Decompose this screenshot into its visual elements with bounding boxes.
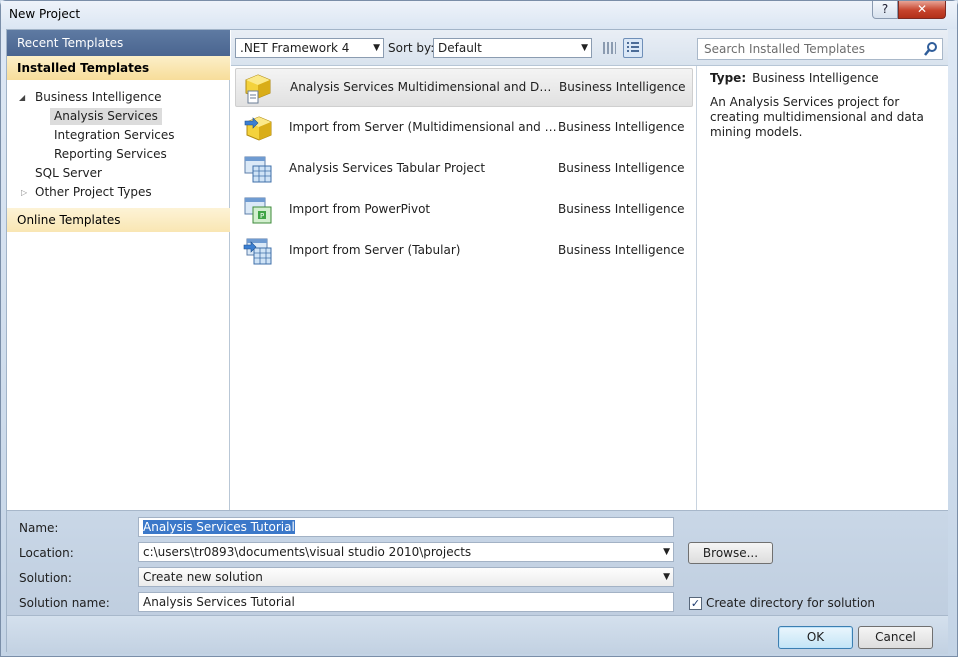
search-placeholder: Search Installed Templates [704,42,865,56]
dialog-client-area: Recent Templates Installed Templates ◢ B… [6,29,948,654]
solution-name-value: Analysis Services Tutorial [143,595,295,609]
framework-value: .NET Framework 4 [240,41,350,55]
medium-icons-view-button[interactable] [599,38,619,58]
cube-project-icon [245,74,271,104]
expanded-arrow-icon[interactable]: ◢ [19,93,25,102]
template-row-multidimensional[interactable]: Analysis Services Multidimensional and D… [235,68,693,107]
cube-import-icon [244,116,272,141]
type-label: Type: [710,71,747,85]
template-row-import-multidimensional[interactable]: Import from Server (Multidimensional and… [235,109,693,148]
tree-item-business-intelligence[interactable]: Business Intelligence [35,90,162,104]
template-category: Business Intelligence [558,202,685,216]
tabular-project-icon [244,156,272,183]
browse-button[interactable]: Browse... [688,542,773,564]
template-type: Type: Business Intelligence [710,71,936,85]
grid-view-icon [603,42,616,54]
project-settings-form: Name: Analysis Services Tutorial Locatio… [7,510,948,654]
chevron-down-icon: ▼ [581,43,588,53]
template-name: Analysis Services Tabular Project [289,161,486,175]
list-view-icon [627,42,639,52]
template-categories-pane: Recent Templates Installed Templates ◢ B… [7,30,230,510]
chevron-down-icon: ▼ [663,572,670,582]
template-category: Business Intelligence [559,80,686,94]
recent-templates-header[interactable]: Recent Templates [7,30,230,56]
location-value: c:\users\tr0893\documents\visual studio … [143,545,472,559]
template-list: Analysis Services Multidimensional and D… [231,66,697,510]
tree-item-reporting-services[interactable]: Reporting Services [54,147,167,161]
template-row-tabular[interactable]: Analysis Services Tabular Project Busine… [235,150,693,189]
framework-dropdown[interactable]: .NET Framework 4 ▼ [235,38,384,58]
tabular-import-icon [243,238,272,265]
project-name-value: Analysis Services Tutorial [143,520,295,534]
tree-item-other-project-types[interactable]: Other Project Types [35,185,152,199]
template-name: Import from Server (Tabular) [289,243,461,257]
solution-value: Create new solution [143,570,263,584]
template-category: Business Intelligence [558,120,685,134]
template-name: Analysis Services Multidimensional and D… [290,80,558,94]
tree-item-analysis-services[interactable]: Analysis Services [50,108,162,125]
online-templates-header[interactable]: Online Templates [7,208,230,232]
location-combobox[interactable]: c:\users\tr0893\documents\visual studio … [138,542,674,562]
window-title: New Project [9,7,81,21]
installed-templates-header[interactable]: Installed Templates [7,56,230,80]
template-details-pane: Type: Business Intelligence An Analysis S… [698,66,948,510]
solution-name-field[interactable]: Analysis Services Tutorial [138,592,674,612]
help-button[interactable]: ? [872,1,898,19]
title-bar[interactable]: New Project ? ✕ [1,1,957,29]
create-directory-checkbox[interactable]: ✓ [689,597,702,610]
type-value: Business Intelligence [752,71,879,85]
sort-dropdown[interactable]: Default ▼ [433,38,592,58]
solution-name-label: Solution name: [19,596,110,610]
template-description: An Analysis Services project for creatin… [710,95,924,139]
solution-label: Solution: [19,571,72,585]
tree-item-integration-services[interactable]: Integration Services [54,128,175,142]
list-view-button[interactable] [623,38,643,58]
dialog-button-bar: OK Cancel [7,615,948,654]
search-icon[interactable] [924,41,938,57]
name-label: Name: [19,521,59,535]
cancel-button[interactable]: Cancel [858,626,933,649]
close-button[interactable]: ✕ [898,1,946,19]
powerpivot-icon: P [244,197,272,224]
template-category: Business Intelligence [558,161,685,175]
chevron-down-icon: ▼ [373,43,380,53]
create-directory-label[interactable]: Create directory for solution [706,596,875,610]
search-templates-input[interactable]: Search Installed Templates [697,38,943,60]
chevron-down-icon[interactable]: ▼ [663,543,670,561]
sort-value: Default [438,41,482,55]
svg-text:P: P [260,212,264,220]
location-label: Location: [19,546,74,560]
tree-item-sql-server[interactable]: SQL Server [35,166,102,180]
project-name-field[interactable]: Analysis Services Tutorial [138,517,674,537]
new-project-dialog: New Project ? ✕ Recent Templates Install… [0,0,958,657]
template-category: Business Intelligence [558,243,685,257]
sort-by-label: Sort by: [388,41,435,55]
template-row-powerpivot[interactable]: P Import from PowerPivot Business Intell… [235,191,693,230]
template-toolbar: .NET Framework 4 ▼ Sort by: Default ▼ Se… [231,30,948,66]
collapsed-arrow-icon[interactable]: ▷ [21,188,27,197]
solution-dropdown[interactable]: Create new solution ▼ [138,567,674,587]
template-name: Import from Server (Multidimensional and… [289,120,557,134]
template-row-import-tabular[interactable]: Import from Server (Tabular) Business In… [235,232,693,271]
template-name: Import from PowerPivot [289,202,431,216]
ok-button[interactable]: OK [778,626,853,649]
